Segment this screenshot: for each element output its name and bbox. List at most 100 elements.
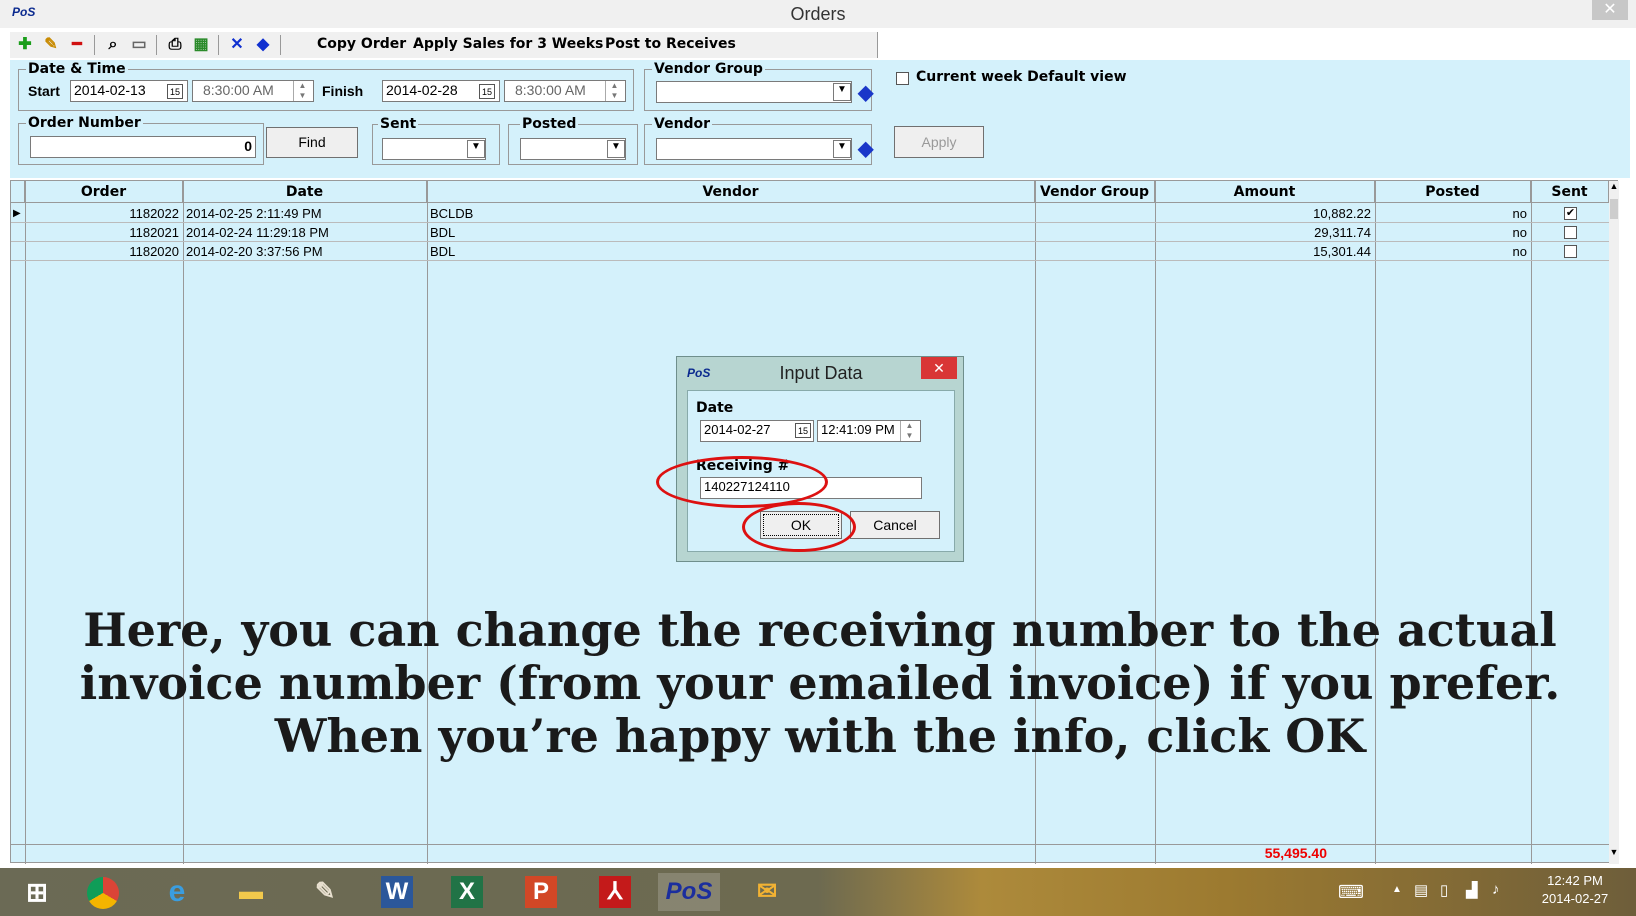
- vendor-tag-icon[interactable]: ◆: [858, 136, 873, 161]
- network-icon[interactable]: ▟: [1466, 881, 1478, 899]
- time-spinner-icon[interactable]: ▲ ▼: [900, 421, 918, 441]
- calendar-icon[interactable]: 15: [795, 423, 811, 438]
- pos-app-icon[interactable]: PoS: [658, 873, 720, 911]
- column-header-order[interactable]: Order: [25, 181, 183, 203]
- start-time-value: 8:30:00 AM: [203, 82, 274, 98]
- paint-icon[interactable]: ✎: [294, 873, 356, 911]
- dialog-date-field[interactable]: 2014-02-27 15: [700, 420, 814, 442]
- add-icon[interactable]: ✚: [14, 34, 36, 56]
- finish-time-field[interactable]: 8:30:00 AM ▲ ▼: [504, 80, 626, 102]
- table-row[interactable]: 1182020 2014-02-20 3:37:56 PM BDL 15,301…: [11, 242, 1609, 261]
- battery-icon[interactable]: ▯: [1440, 881, 1448, 899]
- dialog-close-button[interactable]: ✕: [921, 357, 957, 379]
- excel-icon[interactable]: X: [436, 873, 498, 911]
- posted-cell: no: [1512, 206, 1527, 221]
- mail-icon[interactable]: ✉: [736, 873, 798, 911]
- caption-line: Here, you can change the receiving numbe…: [83, 603, 1557, 657]
- window-close-button[interactable]: ✕: [1592, 0, 1628, 20]
- edit-icon[interactable]: ✎: [40, 34, 62, 56]
- current-week-label: Current week Default view: [916, 69, 1127, 85]
- row-header-column: [11, 181, 25, 203]
- action-center-icon[interactable]: ▤: [1414, 881, 1428, 899]
- column-header-date[interactable]: Date: [183, 181, 427, 203]
- vendor-group-tag-icon[interactable]: ◆: [858, 80, 873, 105]
- order-number-input[interactable]: 0: [30, 136, 256, 158]
- scroll-down-icon[interactable]: ▼: [1609, 847, 1619, 863]
- date-label: Date: [696, 400, 734, 416]
- cancel-button[interactable]: Cancel: [850, 511, 940, 539]
- internet-explorer-icon[interactable]: e: [146, 873, 208, 911]
- calendar-icon[interactable]: 15: [479, 84, 495, 99]
- ok-highlight-ellipse: [742, 502, 856, 552]
- volume-icon[interactable]: ♪: [1492, 881, 1500, 898]
- sent-checkbox[interactable]: [1564, 226, 1577, 239]
- apply-button[interactable]: Apply: [894, 126, 984, 158]
- time-spinner-icon[interactable]: ▲ ▼: [293, 81, 311, 101]
- acrobat-icon[interactable]: ⅄: [584, 873, 646, 911]
- tag-icon[interactable]: ◆: [252, 34, 274, 56]
- delete-icon[interactable]: ✕: [226, 34, 248, 56]
- sent-checkbox[interactable]: ✔: [1564, 207, 1577, 220]
- sent-select[interactable]: ▼: [382, 138, 486, 160]
- keyboard-icon[interactable]: ⌨: [1338, 882, 1364, 903]
- apply-sales-button[interactable]: Apply Sales for 3 Weeks: [413, 36, 603, 52]
- column-header-vendor[interactable]: Vendor: [427, 181, 1035, 203]
- table-row[interactable]: 1182021 2014-02-24 11:29:18 PM BDL 29,31…: [11, 223, 1609, 242]
- remove-icon[interactable]: ━: [66, 34, 88, 56]
- current-week-checkbox[interactable]: [896, 72, 909, 85]
- start-time-field[interactable]: 8:30:00 AM ▲ ▼: [192, 80, 314, 102]
- system-clock[interactable]: 12:42 PM 2014-02-27: [1520, 872, 1630, 908]
- vendor-group-select[interactable]: ▼: [656, 81, 852, 103]
- column-header-amount[interactable]: Amount: [1155, 181, 1375, 203]
- time-spinner-icon[interactable]: ▲ ▼: [605, 81, 623, 101]
- column-header-sent[interactable]: Sent: [1531, 181, 1609, 203]
- posted-select[interactable]: ▼: [520, 138, 626, 160]
- scroll-thumb[interactable]: [1610, 199, 1618, 219]
- toolbar-divider: [156, 35, 157, 55]
- date-cell: 2014-02-25 2:11:49 PM: [186, 206, 322, 221]
- caption-line: invoice number (from your emailed invoic…: [79, 656, 1561, 710]
- export-icon[interactable]: ▦: [190, 34, 212, 56]
- amount-cell: 15,301.44: [1313, 244, 1371, 259]
- toolbar-divider: [94, 35, 95, 55]
- start-label: Start: [28, 83, 60, 99]
- show-hidden-icons-icon[interactable]: ▲: [1392, 884, 1402, 895]
- sent-checkbox[interactable]: [1564, 245, 1577, 258]
- chevron-down-icon: ▼: [833, 140, 851, 158]
- toolbar-divider: [218, 35, 219, 55]
- windows-start-icon[interactable]: ⊞: [6, 873, 68, 911]
- calendar-icon[interactable]: 15: [167, 84, 183, 99]
- post-to-receives-button[interactable]: Post to Receives: [605, 36, 736, 52]
- date-cell: 2014-02-20 3:37:56 PM: [186, 244, 323, 259]
- start-date-field[interactable]: 2014-02-13 15: [70, 80, 188, 102]
- chrome-icon[interactable]: [72, 873, 134, 911]
- scroll-up-icon[interactable]: ▲: [1609, 181, 1619, 197]
- start-date-value: 2014-02-13: [74, 82, 146, 98]
- chevron-down-icon: ▼: [833, 83, 851, 101]
- find-button[interactable]: Find: [266, 127, 358, 158]
- clock-time: 12:42 PM: [1547, 873, 1603, 888]
- word-icon[interactable]: W: [366, 873, 428, 911]
- caption-line: When you’re happy with the info, click O…: [274, 709, 1366, 763]
- order-cell: 1182020: [129, 244, 179, 259]
- taskbar: ⊞ e ▬ ✎ W X P ⅄ PoS ✉ ⌨ ▲ ▤ ▯ ▟ ♪ 12:42 …: [0, 868, 1636, 916]
- column-header-vendor-group[interactable]: Vendor Group: [1035, 181, 1155, 203]
- file-explorer-icon[interactable]: ▬: [220, 873, 282, 911]
- finish-date-field[interactable]: 2014-02-28 15: [382, 80, 500, 102]
- date-cell: 2014-02-24 11:29:18 PM: [186, 225, 329, 240]
- posted-cell: no: [1512, 225, 1527, 240]
- dialog-time-value: 12:41:09 PM: [821, 422, 895, 437]
- table-row[interactable]: ▶ 1182022 2014-02-25 2:11:49 PM BCLDB 10…: [11, 204, 1609, 223]
- powerpoint-icon[interactable]: P: [510, 873, 572, 911]
- order-cell: 1182022: [129, 206, 179, 221]
- dialog-time-field[interactable]: 12:41:09 PM ▲ ▼: [817, 420, 921, 442]
- column-header-posted[interactable]: Posted: [1375, 181, 1531, 203]
- date-time-label: Date & Time: [26, 61, 128, 77]
- preview-icon[interactable]: ⌕: [102, 34, 124, 56]
- window-icon[interactable]: ▭: [128, 34, 150, 56]
- print-icon[interactable]: ⎙: [164, 34, 186, 56]
- window-title: Orders: [790, 4, 846, 24]
- copy-order-button[interactable]: Copy Order: [317, 36, 406, 52]
- vendor-select[interactable]: ▼: [656, 138, 852, 160]
- posted-cell: no: [1512, 244, 1527, 259]
